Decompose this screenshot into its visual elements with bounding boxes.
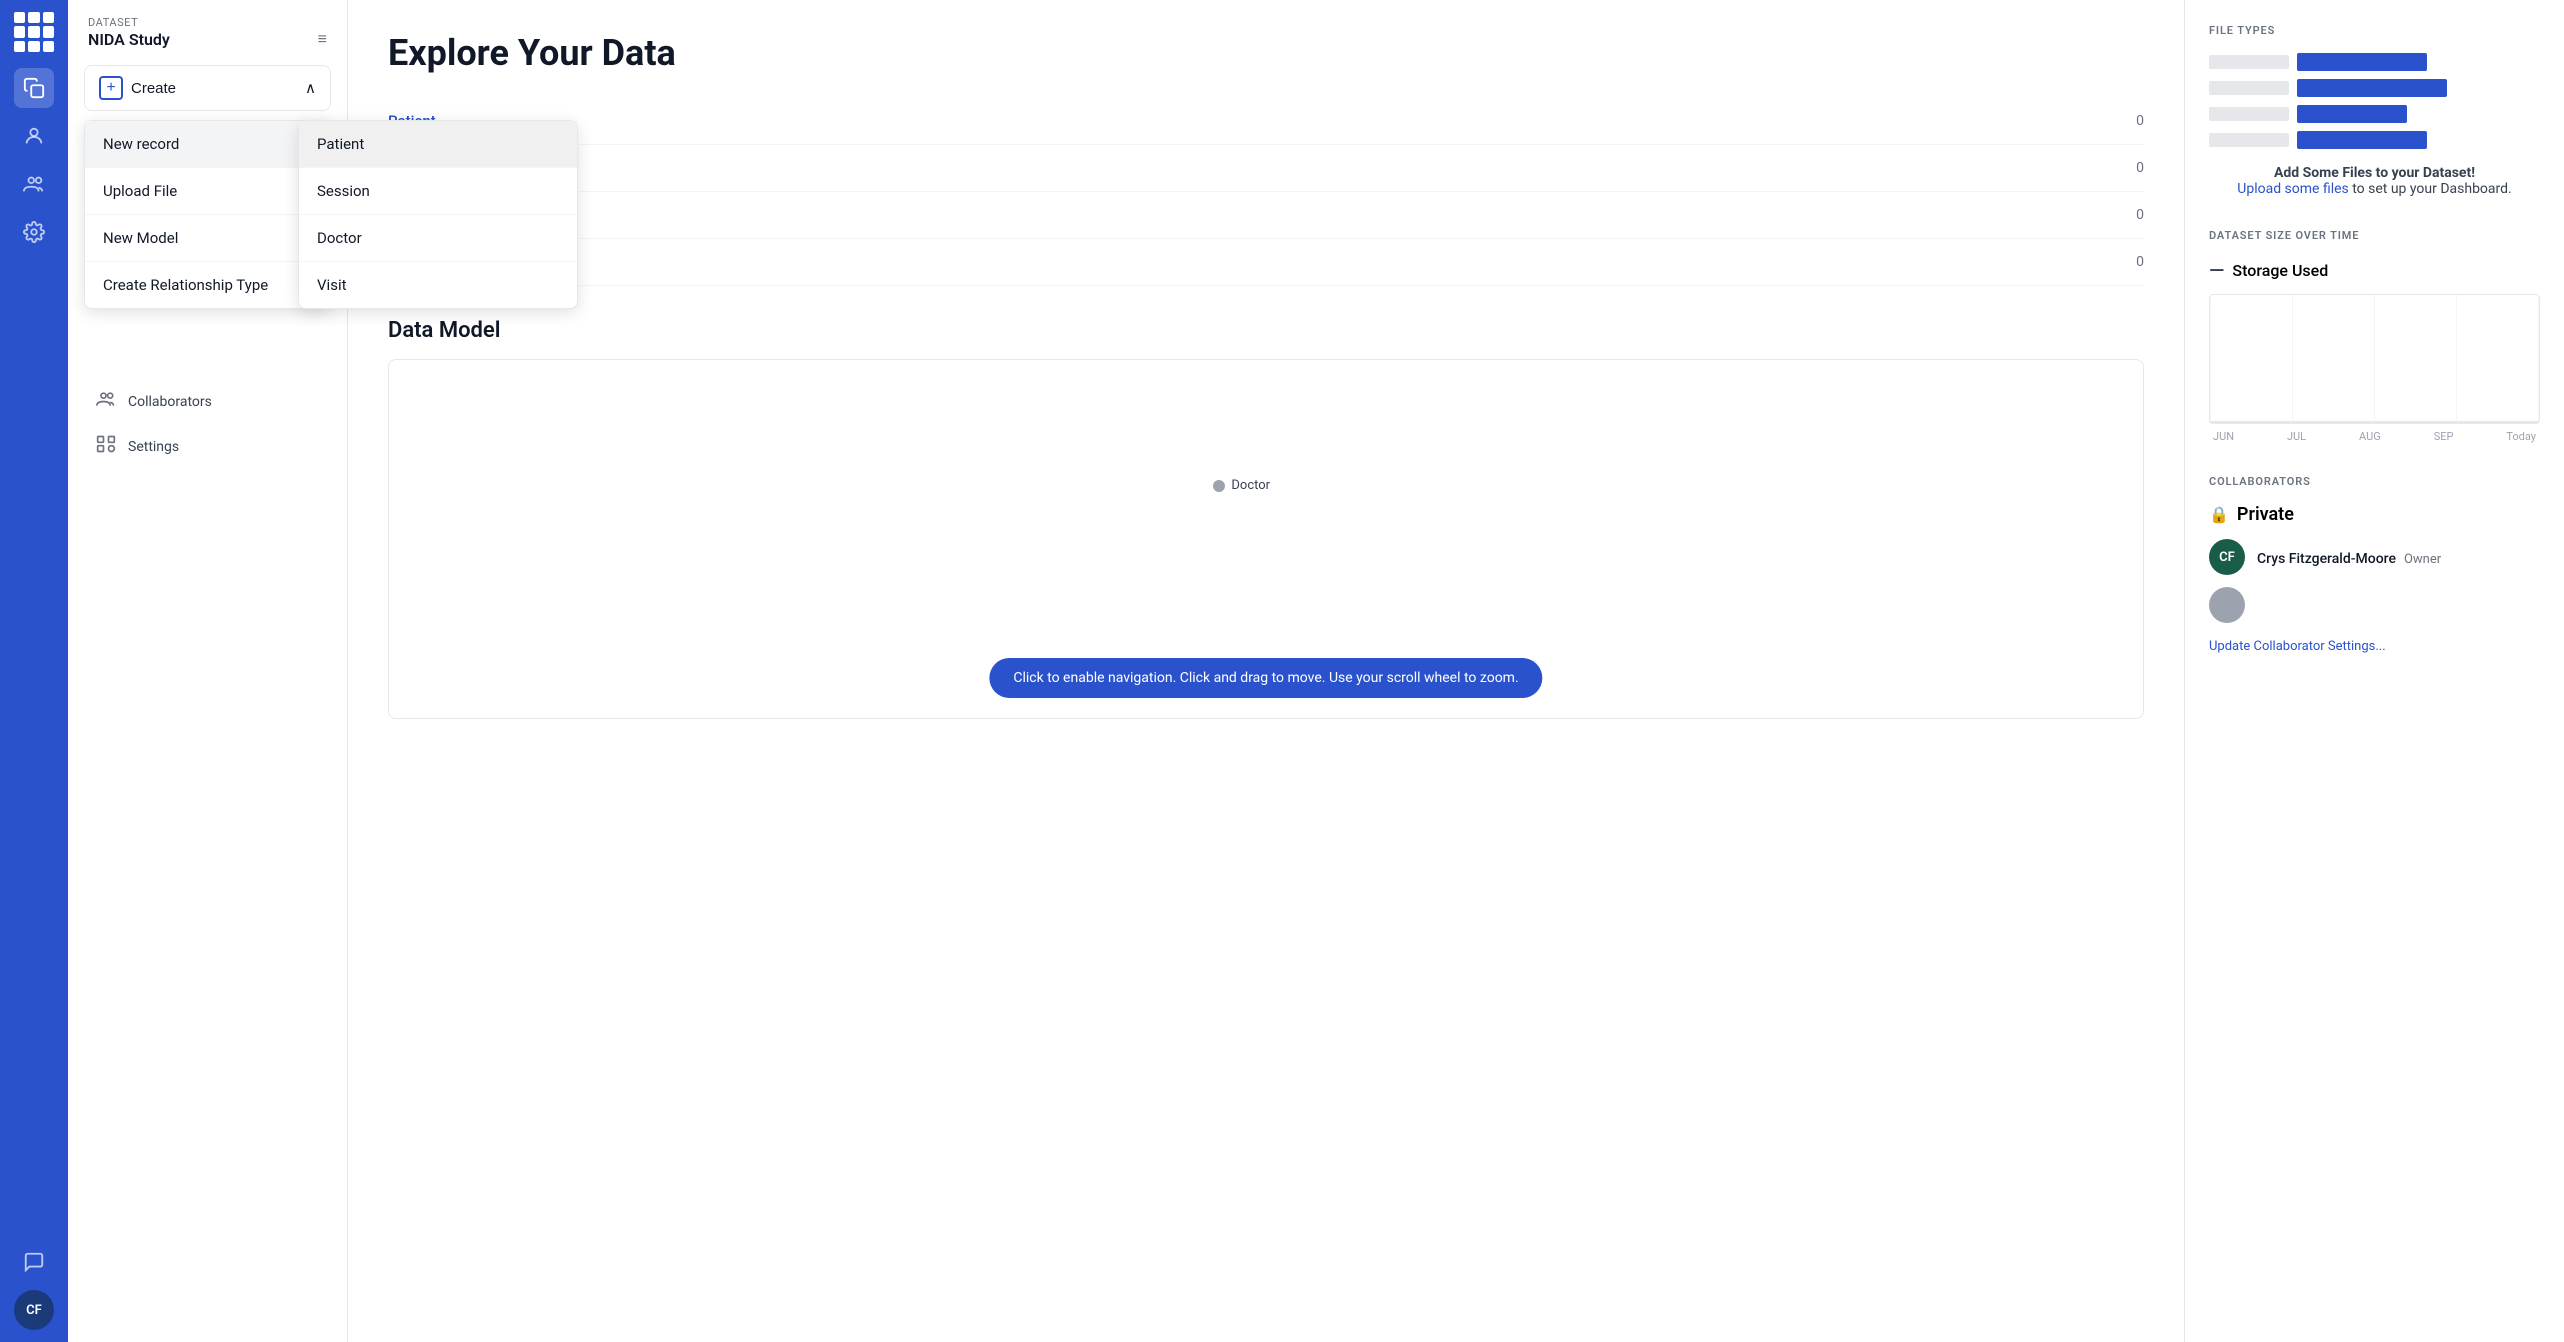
right-panel: FILE TYPES Add Some Files to your Datase…: [2184, 0, 2564, 1342]
tables-section: Patient 0 Session 0 Doctor 0 Visit 0: [388, 98, 2144, 286]
collaborator-item: CF Crys Fitzgerald-Moore Owner: [2209, 539, 2540, 575]
data-model-section: Data Model Doctor Patient Click to enabl…: [388, 318, 2144, 719]
dropdown-item-new-model[interactable]: New Model: [85, 215, 330, 262]
submenu-item-doctor[interactable]: Doctor: [299, 215, 577, 262]
create-dropdown-menu: New record › Upload File New Model Creat…: [84, 120, 331, 309]
submenu-item-patient[interactable]: Patient: [299, 121, 577, 168]
storage-title: DATASET SIZE OVER TIME: [2209, 229, 2540, 242]
left-panel-header: Dataset NIDA Study ≡: [68, 0, 347, 57]
storage-section: DATASET SIZE OVER TIME — Storage Used JU…: [2209, 229, 2540, 443]
submenu-item-session[interactable]: Session: [299, 168, 577, 215]
chart-baseline: [2210, 421, 2539, 423]
chart-labels: JUN JUL AUG SEP Today: [2209, 430, 2540, 443]
create-button[interactable]: + Create ∧: [84, 65, 331, 111]
collaborator-item: [2209, 587, 2540, 623]
chevron-up-icon: ∧: [305, 79, 316, 97]
create-section: + Create ∧: [68, 57, 347, 119]
bar-row: [2209, 131, 2540, 149]
bar-label: [2209, 133, 2289, 147]
sidebar-icon-person[interactable]: [14, 116, 54, 156]
user-avatar[interactable]: CF: [14, 1290, 54, 1330]
storage-chart: [2209, 294, 2540, 424]
collaborator-avatar-placeholder: [2209, 587, 2245, 623]
bar-row: [2209, 105, 2540, 123]
plus-icon: +: [99, 76, 123, 100]
file-types-title: FILE TYPES: [2209, 24, 2540, 37]
bar-fill: [2297, 79, 2447, 97]
lock-icon: 🔒: [2209, 505, 2229, 524]
page-title: Explore Your Data: [388, 32, 2144, 74]
table-count-visit: 0: [2136, 254, 2144, 270]
dataset-label: Dataset: [88, 16, 327, 29]
bar-label: [2209, 55, 2289, 69]
upload-link[interactable]: Upload some files: [2237, 181, 2349, 197]
main-content: Explore Your Data Patient 0 Session 0 Do…: [348, 0, 2184, 1342]
sidebar-icon-copy[interactable]: [14, 68, 54, 108]
storage-label: — Storage Used: [2209, 258, 2540, 282]
bottom-nav: Collaborators Settings: [68, 379, 347, 469]
sidebar-icon-group[interactable]: [14, 164, 54, 204]
collaborators-icon: [96, 389, 116, 414]
table-count-patient: 0: [2136, 113, 2144, 129]
data-model-title: Data Model: [388, 318, 2144, 343]
nav-item-collaborators[interactable]: Collaborators: [84, 379, 331, 424]
list-icon[interactable]: ≡: [318, 29, 327, 49]
table-count-session: 0: [2136, 160, 2144, 176]
bar-row: [2209, 79, 2540, 97]
bar-fill: [2297, 105, 2407, 123]
bar-row: [2209, 53, 2540, 71]
table-count-doctor: 0: [2136, 207, 2144, 223]
sidebar-icon-chat[interactable]: [14, 1242, 54, 1282]
collaborators-title: COLLABORATORS: [2209, 475, 2540, 488]
table-row: Doctor 0: [388, 192, 2144, 239]
dropdown-item-create-relationship[interactable]: Create Relationship Type: [85, 262, 330, 308]
collaborator-info: Crys Fitzgerald-Moore Owner: [2257, 548, 2441, 567]
collaborator-avatar: CF: [2209, 539, 2245, 575]
app-logo[interactable]: [14, 12, 54, 52]
nav-item-settings[interactable]: Settings: [84, 424, 331, 469]
file-types-chart: [2209, 53, 2540, 149]
table-row: Patient 0: [388, 98, 2144, 145]
submenu-item-visit[interactable]: Visit: [299, 262, 577, 308]
bar-fill: [2297, 131, 2427, 149]
bar-fill: [2297, 53, 2427, 71]
visibility-row: 🔒 Private: [2209, 504, 2540, 525]
dropdown-item-new-record[interactable]: New record ›: [85, 121, 330, 168]
sidebar: CF: [0, 0, 68, 1342]
new-record-submenu: Patient Session Doctor Visit: [298, 120, 578, 309]
node-dot-doctor: [1213, 480, 1225, 492]
bar-label: [2209, 107, 2289, 121]
data-model-canvas[interactable]: Doctor Patient Click to enable navigatio…: [388, 359, 2144, 719]
table-row: Session 0: [388, 145, 2144, 192]
bar-label: [2209, 81, 2289, 95]
collaborators-section: COLLABORATORS 🔒 Private CF Crys Fitzgera…: [2209, 475, 2540, 654]
model-node-doctor: Doctor: [1213, 478, 1270, 493]
dataset-name: NIDA Study ≡: [88, 29, 327, 49]
file-types-section: FILE TYPES Add Some Files to your Datase…: [2209, 24, 2540, 197]
settings-icon: [96, 434, 116, 459]
table-row: Visit 0: [388, 239, 2144, 286]
add-files-text: Add Some Files to your Dataset! Upload s…: [2209, 165, 2540, 197]
canvas-hint: Click to enable navigation. Click and dr…: [989, 658, 1542, 698]
update-collaborator-link[interactable]: Update Collaborator Settings...: [2209, 635, 2540, 654]
chart-grid: [2210, 295, 2539, 423]
sidebar-icon-settings[interactable]: [14, 212, 54, 252]
dropdown-item-upload-file[interactable]: Upload File: [85, 168, 330, 215]
